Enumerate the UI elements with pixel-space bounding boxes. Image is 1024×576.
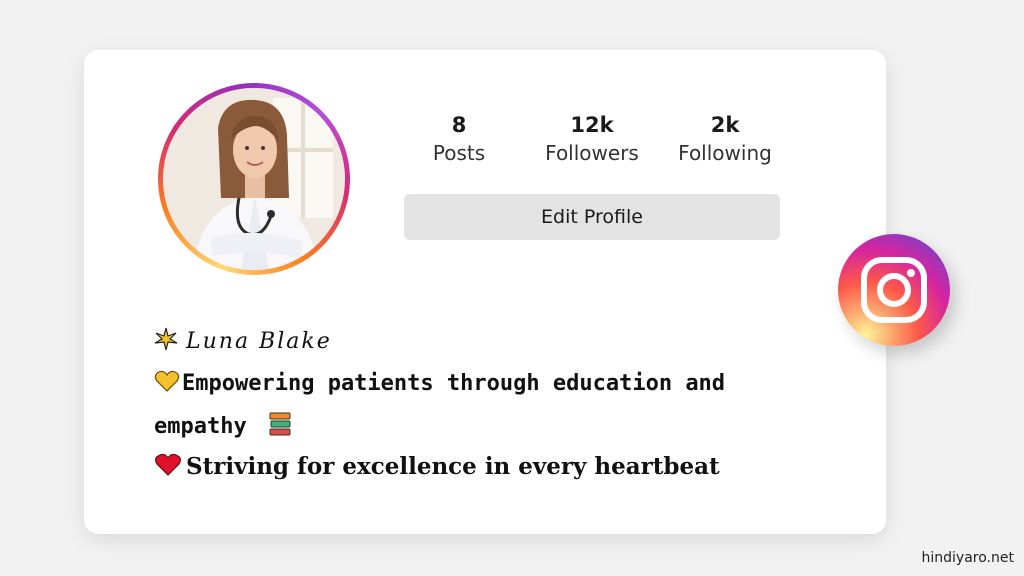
profile-stats: 8 Posts 12k Followers 2k Following: [404, 112, 784, 172]
avatar-story-ring[interactable]: [158, 83, 350, 275]
avatar-photo: [163, 88, 345, 270]
sparkle-icon: [154, 327, 178, 357]
bio-tagline-line2: empathy: [154, 411, 300, 443]
bio-tagline-part1: Empowering patients through education an…: [182, 371, 726, 396]
stat-label: Posts: [432, 141, 486, 165]
stat-value: 12k: [570, 113, 614, 137]
stat-label: Following: [678, 141, 772, 165]
bio-name: Luna Blake: [186, 329, 332, 354]
bio-tagline-line3: Striving for excellence in every heartbe…: [154, 453, 720, 483]
books-icon: [268, 411, 292, 443]
stat-value: 8: [451, 113, 467, 137]
stat-followers[interactable]: 12k Followers: [527, 112, 657, 168]
stat-label: Followers: [545, 141, 639, 165]
stat-following[interactable]: 2k Following: [660, 112, 790, 168]
yellow-heart-icon: [154, 369, 180, 399]
instagram-icon: [838, 234, 950, 346]
edit-profile-button[interactable]: Edit Profile: [404, 194, 780, 240]
bio-tagline-line1: Empowering patients through education an…: [154, 369, 725, 399]
avatar[interactable]: [163, 88, 345, 270]
profile-card: 8 Posts 12k Followers 2k Following Edit …: [84, 50, 886, 534]
watermark: hindiyaro.net: [921, 550, 1014, 566]
bio-tagline-part3: Striving for excellence in every heartbe…: [186, 453, 720, 480]
stat-posts[interactable]: 8 Posts: [394, 112, 524, 168]
bio-name-line: Luna Blake: [154, 327, 332, 357]
stat-value: 2k: [710, 113, 740, 137]
bio-tagline-part2: empathy: [154, 414, 247, 439]
red-heart-icon: [154, 453, 182, 483]
